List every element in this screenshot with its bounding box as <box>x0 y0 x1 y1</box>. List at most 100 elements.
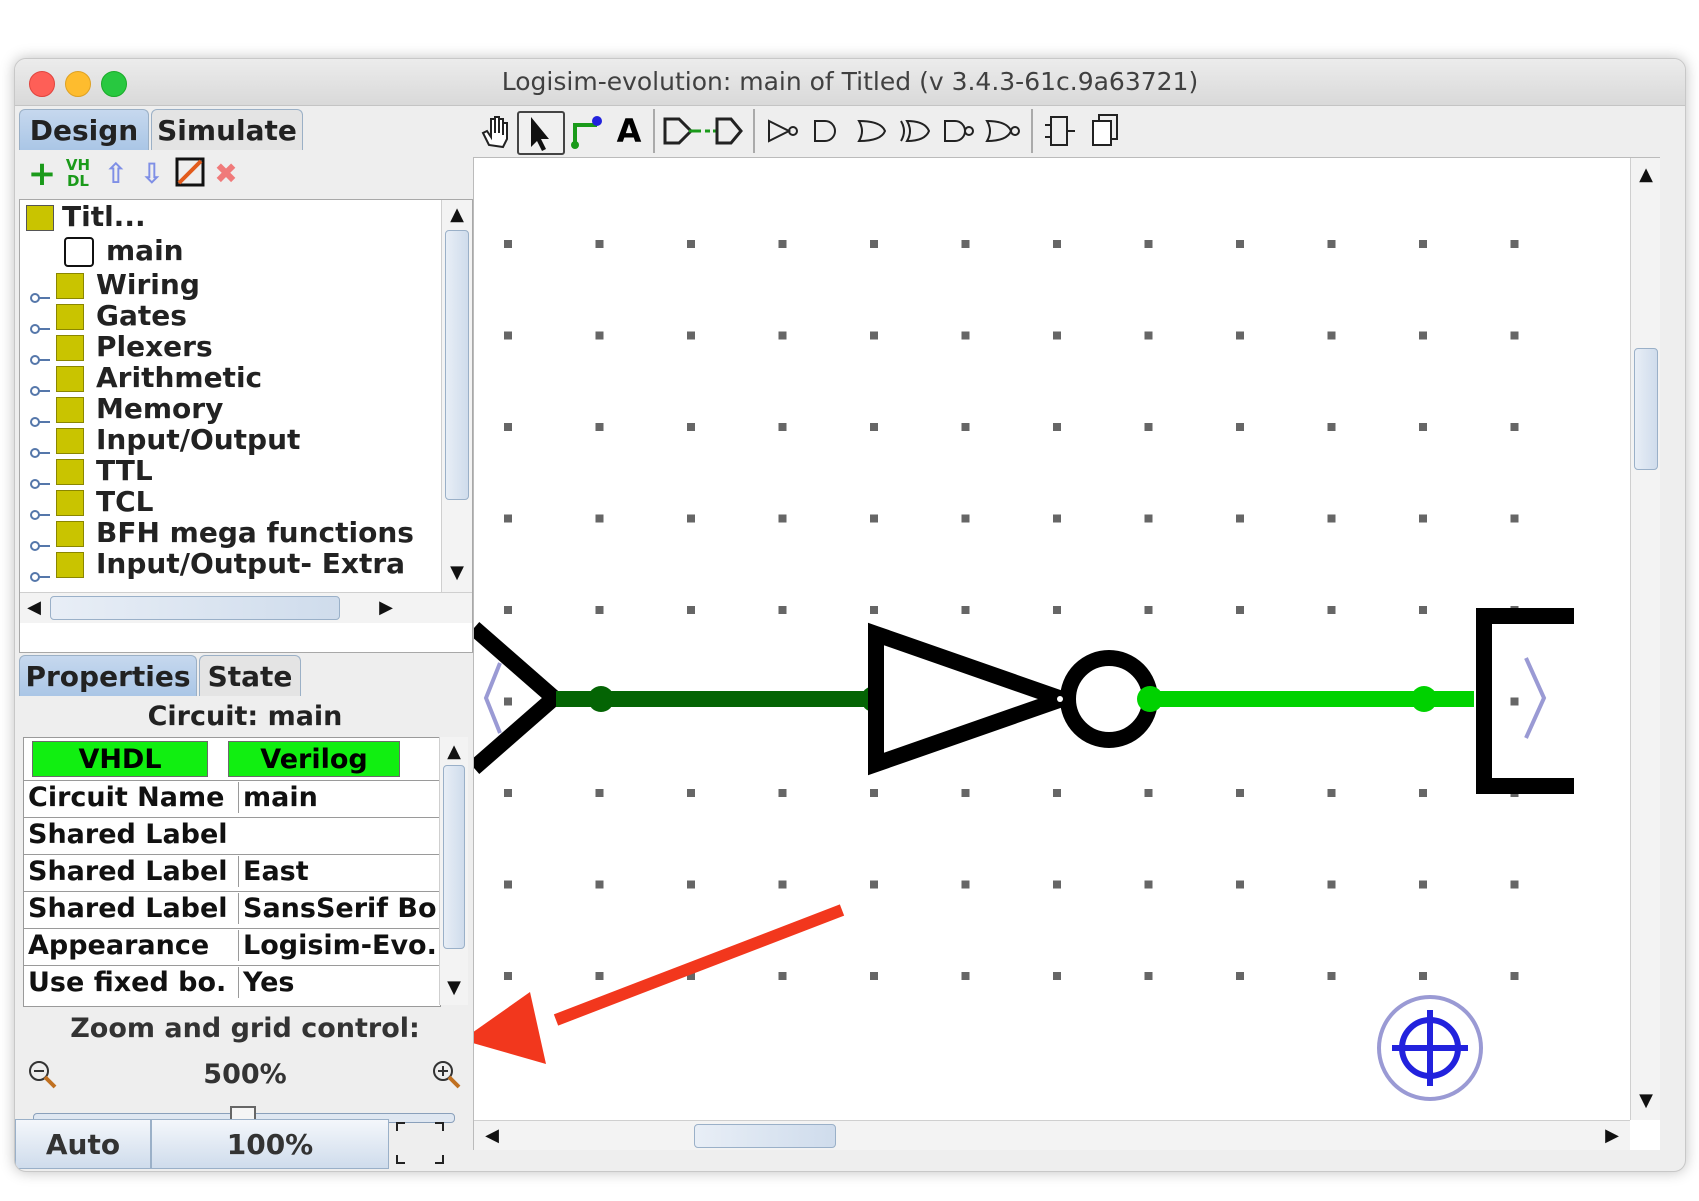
not-gate-icon[interactable] <box>763 111 803 151</box>
canvas-scroll-down-arrow[interactable]: ▼ <box>1631 1090 1660 1111</box>
zoom-in-icon[interactable] <box>431 1059 463 1095</box>
delete-icon[interactable]: ✖ <box>209 157 243 191</box>
reset-zoom-button[interactable]: 100% <box>151 1119 389 1169</box>
tree-folder[interactable]: Input/Output <box>30 423 300 458</box>
arrow-up-icon[interactable]: ⇧ <box>99 157 133 191</box>
canvas-hscroll-thumb[interactable] <box>694 1124 836 1148</box>
tree-folder[interactable]: Arithmetic <box>30 361 262 396</box>
grid-dot <box>1419 972 1427 980</box>
grid-dot <box>961 240 970 248</box>
or-gate-icon[interactable] <box>851 111 891 151</box>
tree-folder[interactable]: Plexers <box>30 330 213 365</box>
grid-dot <box>1236 423 1244 431</box>
text-tool-icon[interactable]: A <box>611 111 647 151</box>
nand-gate-icon[interactable] <box>939 111 979 151</box>
output-component-shape[interactable] <box>1476 608 1574 794</box>
hand-icon[interactable] <box>475 111 515 151</box>
property-row[interactable]: Shared Label <box>24 817 440 856</box>
expand-icon[interactable] <box>30 278 50 303</box>
canvas-vertical-scrollbar[interactable]: ▲ ▼ <box>1630 158 1660 1120</box>
grid-dots <box>504 240 1519 980</box>
props-scroll-up-arrow[interactable]: ▲ <box>440 741 468 762</box>
select-tool-icon[interactable] <box>517 111 565 155</box>
properties-title: Circuit: main <box>147 701 343 732</box>
property-row[interactable]: Appearance Logisim-Evo... <box>24 928 440 967</box>
expand-icon[interactable] <box>30 433 50 458</box>
tree-vscroll-thumb[interactable] <box>445 230 469 500</box>
input-pin-icon[interactable] <box>661 111 701 151</box>
crosshair-icon[interactable] <box>1377 995 1483 1101</box>
plus-icon[interactable]: + <box>25 157 59 191</box>
canvas-scroll-right-arrow[interactable]: ▶ <box>1602 1125 1622 1146</box>
property-row[interactable]: Shared Label... East <box>24 854 440 893</box>
property-value[interactable]: Logisim-Evo... <box>238 930 439 961</box>
props-scroll-thumb[interactable] <box>443 765 465 949</box>
arrow-down-icon[interactable]: ⇩ <box>135 157 169 191</box>
grid-dot <box>1053 423 1061 431</box>
canvas-scroll-left-arrow[interactable]: ◀ <box>482 1125 502 1146</box>
and-gate-icon[interactable] <box>807 111 847 151</box>
expand-icon[interactable] <box>30 526 50 551</box>
property-value[interactable]: SansSerif Bo... <box>238 893 439 924</box>
circuit-tree: Titl... main Wiring Gates Plexers Arithmeti… <box>19 199 473 653</box>
tab-simulate[interactable]: Simulate <box>151 109 303 150</box>
tab-design[interactable]: Design <box>19 109 149 150</box>
expand-icon[interactable] <box>30 495 50 520</box>
tree-folder[interactable]: BFH mega functions <box>30 516 414 551</box>
expand-icon[interactable] <box>30 402 50 427</box>
expand-icon[interactable] <box>30 340 50 365</box>
tree-folder[interactable]: Gates <box>30 299 187 334</box>
tree-vertical-scrollbar[interactable]: ▲ ▼ <box>441 200 472 592</box>
property-row[interactable]: Shared Label... SansSerif Bo... <box>24 891 440 930</box>
tree-folder[interactable]: Memory <box>30 392 223 427</box>
circuit-canvas[interactable]: ▲ ▼ ◀ ▶ <box>473 157 1660 1150</box>
verilog-button[interactable]: Verilog <box>228 741 400 777</box>
tree-root[interactable]: Titl... <box>26 200 146 234</box>
expand-icon[interactable] <box>30 557 50 582</box>
expand-icon[interactable] <box>30 309 50 334</box>
scroll-up-arrow[interactable]: ▲ <box>442 204 472 225</box>
scroll-left-arrow[interactable]: ◀ <box>24 597 44 618</box>
property-value[interactable]: East <box>238 856 439 887</box>
explorer-toolbar: + VH DL ⇧ ⇩ ✖ <box>19 151 471 197</box>
property-value[interactable]: main <box>238 782 439 813</box>
properties-scrollbar[interactable]: ▲ ▼ <box>439 737 468 1005</box>
circuit-appearance-icon[interactable] <box>1085 111 1125 151</box>
nor-gate-icon[interactable] <box>983 111 1023 151</box>
tab-properties[interactable]: Properties <box>19 655 197 696</box>
tree-horizontal-scrollbar[interactable]: ◀ ▶ <box>20 592 472 623</box>
vhdl-button[interactable]: VHDL <box>32 741 208 777</box>
property-value[interactable]: Yes <box>238 967 439 998</box>
tree-hscroll-thumb[interactable] <box>50 596 340 620</box>
grid-dot <box>687 514 695 523</box>
property-row[interactable]: Circuit Name main <box>24 780 440 819</box>
expand-icon[interactable] <box>30 464 50 489</box>
grid-dot <box>870 880 878 889</box>
vhdl-icon[interactable]: VH DL <box>61 157 95 191</box>
tree-item-main[interactable]: main <box>64 234 184 268</box>
output-pin-icon[interactable] <box>705 111 745 151</box>
not-gate[interactable] <box>868 622 1087 776</box>
canvas-horizontal-scrollbar[interactable]: ◀ ▶ <box>474 1120 1630 1150</box>
grid-dot <box>961 514 970 523</box>
edit-appearance-icon[interactable] <box>173 157 207 191</box>
tree-folder[interactable]: TTL <box>30 454 153 489</box>
props-scroll-down-arrow[interactable]: ▼ <box>440 977 468 998</box>
tree-folder[interactable]: TCL <box>30 485 154 520</box>
scroll-down-arrow[interactable]: ▼ <box>442 562 472 583</box>
wire-tool-icon[interactable] <box>567 111 607 151</box>
grid-toggle-icon[interactable] <box>393 1119 447 1167</box>
scroll-right-arrow[interactable]: ▶ <box>376 597 396 618</box>
tree-folder[interactable]: Wiring <box>30 268 200 303</box>
canvas-vscroll-thumb[interactable] <box>1634 348 1658 470</box>
expand-icon[interactable] <box>30 371 50 396</box>
auto-zoom-button[interactable]: Auto <box>15 1119 151 1169</box>
property-row[interactable]: Use fixed bo... Yes <box>24 965 440 1004</box>
tree-folder[interactable]: Input/Output- Extra <box>30 547 405 582</box>
grid-dot <box>870 606 878 614</box>
canvas-scroll-up-arrow[interactable]: ▲ <box>1631 164 1660 185</box>
circuit-layout-icon[interactable] <box>1041 111 1081 151</box>
wire-junction <box>588 686 614 712</box>
xor-gate-icon[interactable] <box>895 111 935 151</box>
tab-state[interactable]: State <box>199 655 301 696</box>
